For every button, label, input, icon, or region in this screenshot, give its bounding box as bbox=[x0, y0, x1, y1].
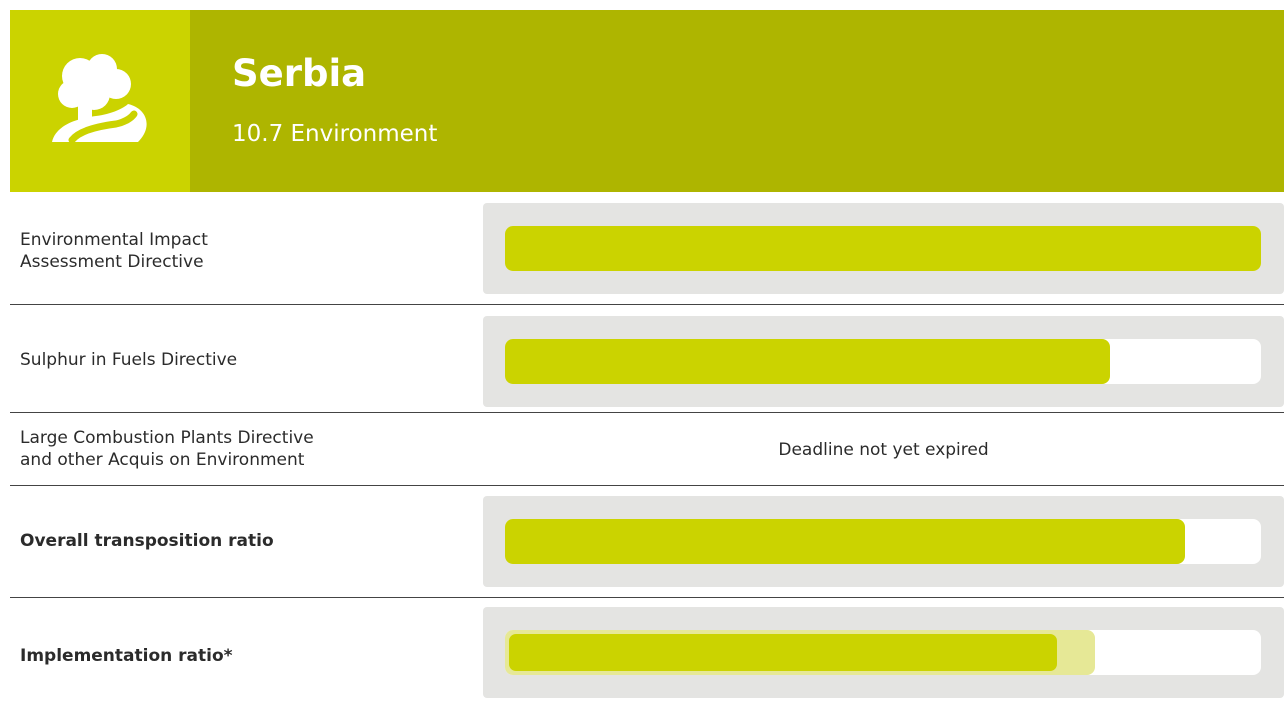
row-label-line: Large Combustion Plants Directive bbox=[20, 428, 314, 448]
status-text: Deadline not yet expired bbox=[778, 440, 989, 460]
row-label: Large Combustion Plants Directive and ot… bbox=[20, 427, 314, 471]
page-title: Serbia bbox=[232, 52, 367, 95]
progress-track bbox=[483, 607, 1284, 698]
progress-track bbox=[483, 203, 1284, 294]
row-label-line: Environmental Impact bbox=[20, 230, 208, 250]
progress-track bbox=[483, 496, 1284, 587]
row-label-line: Assessment Directive bbox=[20, 252, 204, 272]
row-label-line: and other Acquis on Environment bbox=[20, 450, 305, 470]
row-label: Sulphur in Fuels Directive bbox=[20, 350, 238, 370]
table-row: Sulphur in Fuels Directive bbox=[10, 305, 1284, 413]
row-label: Environmental Impact Assessment Directiv… bbox=[20, 229, 208, 273]
title-panel: Serbia 10.7 Environment bbox=[190, 10, 1284, 192]
progress-track-inner bbox=[505, 519, 1261, 564]
progress-fill bbox=[505, 226, 1261, 271]
header: Serbia 10.7 Environment bbox=[10, 10, 1284, 192]
tree-path-icon bbox=[52, 54, 147, 144]
table-row: Overall transposition ratio bbox=[10, 486, 1284, 598]
progress-fill bbox=[509, 634, 1057, 671]
progress-track bbox=[483, 316, 1284, 407]
table-row: Implementation ratio* bbox=[10, 598, 1284, 702]
progress-fill bbox=[505, 519, 1185, 564]
row-label: Implementation ratio* bbox=[20, 646, 233, 666]
progress-track-inner bbox=[505, 630, 1261, 675]
progress-track-inner bbox=[505, 226, 1261, 271]
icon-panel bbox=[10, 10, 190, 192]
progress-track-inner bbox=[505, 339, 1261, 384]
table-row: Large Combustion Plants Directive and ot… bbox=[10, 413, 1284, 486]
chapter-subtitle: 10.7 Environment bbox=[232, 121, 438, 147]
table-row: Environmental Impact Assessment Directiv… bbox=[10, 192, 1284, 305]
row-label: Overall transposition ratio bbox=[20, 531, 274, 551]
progress-fill bbox=[505, 339, 1110, 384]
